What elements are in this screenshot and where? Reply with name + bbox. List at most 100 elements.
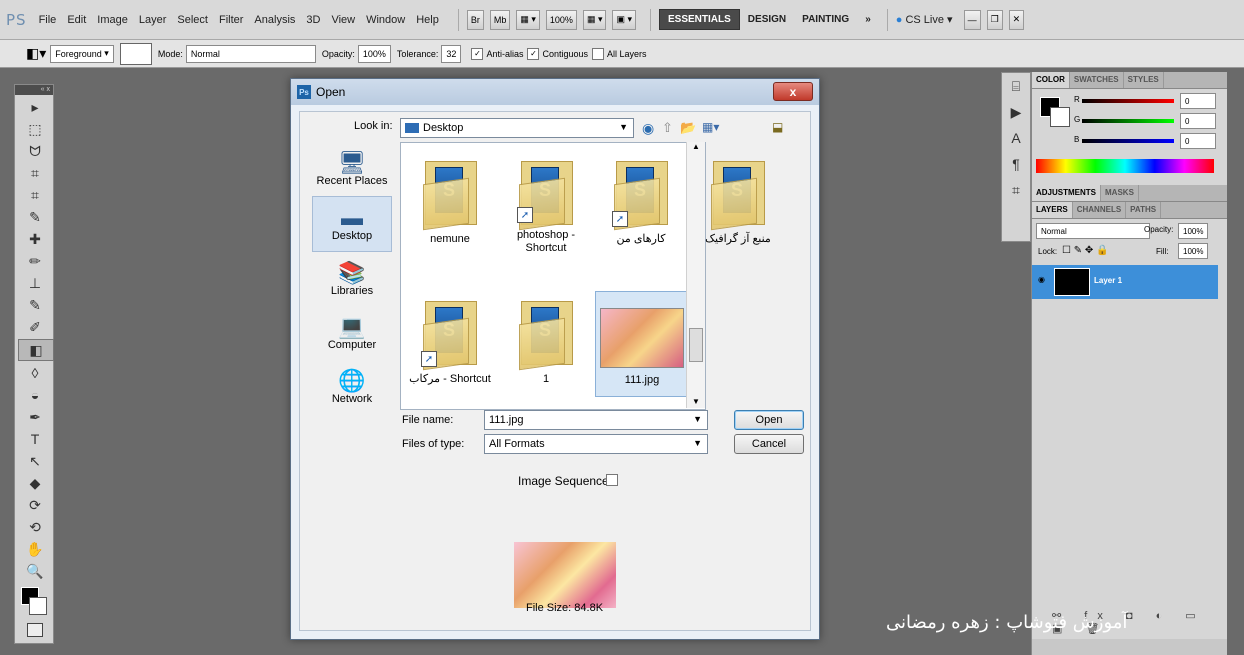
menu-window[interactable]: Window bbox=[366, 14, 405, 26]
screen-mode-button[interactable]: ▣ ▾ bbox=[612, 9, 636, 30]
place-network[interactable]: 🌐 Network bbox=[312, 360, 392, 414]
antialias-checkbox[interactable]: ✓ bbox=[471, 47, 484, 60]
minibridge-button[interactable]: Mb bbox=[489, 9, 511, 30]
lasso-icon[interactable]: ᗢ bbox=[18, 141, 52, 161]
tab-adjustments[interactable]: ADJUSTMENTS bbox=[1032, 185, 1102, 201]
contiguous-checkbox[interactable]: ✓ bbox=[527, 47, 540, 60]
tab-swatches[interactable]: SWATCHES bbox=[1070, 72, 1124, 88]
view-extras-button[interactable]: ▦ ▾ bbox=[516, 9, 540, 30]
brush-icon[interactable]: ✏ bbox=[18, 251, 52, 271]
layer-row[interactable]: ◉ Layer 1 bbox=[1032, 265, 1218, 299]
scroll-down-arrow[interactable]: ▼ bbox=[687, 397, 705, 406]
tab-styles[interactable]: STYLES bbox=[1124, 72, 1164, 88]
file-type-select[interactable]: All Formats ▼ bbox=[484, 434, 708, 454]
healing-icon[interactable]: ✚ bbox=[18, 229, 52, 249]
crop-icon[interactable]: ⌗ bbox=[18, 185, 52, 205]
visibility-eye-icon[interactable]: ◉ bbox=[1038, 275, 1045, 284]
look-in-select[interactable]: Desktop ▼ bbox=[400, 118, 634, 138]
folder-item[interactable]: Snemune bbox=[403, 151, 497, 255]
blue-slider[interactable] bbox=[1082, 139, 1174, 143]
type-icon[interactable]: T bbox=[18, 429, 52, 449]
background-color-chip[interactable] bbox=[1050, 107, 1070, 127]
workspace-painting[interactable]: PAINTING bbox=[794, 10, 857, 29]
red-value[interactable]: 0 bbox=[1180, 93, 1216, 109]
green-slider[interactable] bbox=[1082, 119, 1174, 123]
stamp-icon[interactable]: ⊥ bbox=[18, 273, 52, 293]
open-button[interactable]: Open bbox=[734, 410, 804, 430]
3d-rotate-icon[interactable]: ⟳ bbox=[18, 495, 52, 515]
minimize-button[interactable]: — bbox=[963, 9, 981, 30]
move-icon[interactable]: ▸ bbox=[18, 97, 52, 117]
scroll-thumb[interactable] bbox=[689, 328, 703, 362]
file-list-scrollbar[interactable]: ▲ ▼ bbox=[686, 142, 705, 408]
hand-icon[interactable]: ✋ bbox=[18, 539, 52, 559]
folder-item[interactable]: S➚ کارهای من bbox=[595, 151, 687, 255]
dodge-icon[interactable]: ◒ bbox=[18, 385, 52, 405]
up-folder-icon[interactable]: ⇧ bbox=[662, 120, 673, 136]
zoom-level[interactable]: 100% bbox=[545, 9, 577, 30]
color-spectrum-bar[interactable] bbox=[1036, 159, 1214, 173]
dialog-close-button[interactable]: x bbox=[773, 82, 813, 101]
folder-item[interactable]: S➚photoshop - Shortcut bbox=[499, 151, 593, 255]
red-slider[interactable] bbox=[1082, 99, 1174, 103]
tab-layers[interactable]: LAYERS bbox=[1032, 202, 1073, 218]
3d-orbit-icon[interactable]: ⟲ bbox=[18, 517, 52, 537]
paint-bucket-tool-icon[interactable]: ◧▾ bbox=[26, 45, 46, 62]
mode-select[interactable]: Normal bbox=[185, 44, 316, 63]
zoom-icon[interactable]: 🔍 bbox=[18, 561, 52, 581]
file-name-input[interactable]: 111.jpg ▼ bbox=[484, 410, 708, 430]
menu-select[interactable]: Select bbox=[177, 14, 208, 26]
blue-value[interactable]: 0 bbox=[1180, 133, 1216, 149]
blend-mode-select[interactable]: Normal bbox=[1036, 223, 1150, 239]
background-color-swatch[interactable] bbox=[29, 597, 47, 615]
tab-channels[interactable]: CHANNELS bbox=[1073, 202, 1127, 218]
navigator-icon[interactable]: ⌗ bbox=[1002, 177, 1030, 203]
menu-layer[interactable]: Layer bbox=[139, 14, 167, 26]
menu-edit[interactable]: Edit bbox=[67, 14, 86, 26]
all-layers-checkbox[interactable] bbox=[592, 47, 604, 60]
dialog-title-bar[interactable]: Ps Open bbox=[291, 79, 819, 105]
tab-masks[interactable]: MASKS bbox=[1101, 185, 1139, 201]
lock-icons[interactable]: ☐ ✎ ✥ 🔒 bbox=[1062, 245, 1109, 256]
history-icon[interactable]: ⌸ bbox=[1002, 73, 1030, 99]
layer-name[interactable]: Layer 1 bbox=[1094, 276, 1122, 285]
fill-input[interactable]: 100% bbox=[1178, 243, 1209, 259]
cancel-button[interactable]: Cancel bbox=[734, 434, 804, 454]
tolerance-input[interactable]: 32 bbox=[441, 44, 462, 63]
file-item-image[interactable]: 111.jpg bbox=[595, 291, 689, 397]
tab-color[interactable]: COLOR bbox=[1032, 72, 1070, 88]
tools-panel-header[interactable]: « x bbox=[15, 85, 53, 95]
paragraph-icon[interactable]: ¶ bbox=[1002, 151, 1030, 177]
menu-help[interactable]: Help bbox=[416, 14, 439, 26]
restore-button[interactable]: ❐ bbox=[986, 9, 1003, 30]
adobe-dialog-icon[interactable]: ⬓ bbox=[772, 120, 783, 134]
bridge-button[interactable]: Br bbox=[466, 9, 484, 30]
place-desktop[interactable]: ▬ Desktop bbox=[312, 196, 392, 252]
shape-icon[interactable]: ◆ bbox=[18, 473, 52, 493]
fill-source-select[interactable]: Foreground ▾ bbox=[50, 44, 114, 63]
menu-filter[interactable]: Filter bbox=[219, 14, 243, 26]
menu-analysis[interactable]: Analysis bbox=[254, 14, 295, 26]
menu-image[interactable]: Image bbox=[97, 14, 128, 26]
place-computer[interactable]: 💻 Computer bbox=[312, 306, 392, 360]
place-libraries[interactable]: 📚 Libraries bbox=[312, 252, 392, 306]
workspace-design[interactable]: DESIGN bbox=[740, 10, 794, 29]
green-value[interactable]: 0 bbox=[1180, 113, 1216, 129]
view-menu-icon[interactable]: ▦▾ bbox=[702, 120, 719, 134]
pattern-swatch[interactable] bbox=[119, 42, 152, 65]
workspace-more[interactable]: » bbox=[857, 10, 879, 29]
arrange-documents-button[interactable]: ▦ ▾ bbox=[582, 9, 607, 30]
workspace-essentials[interactable]: ESSENTIALS bbox=[659, 9, 740, 30]
character-icon[interactable]: A bbox=[1002, 125, 1030, 151]
close-app-button[interactable]: ✕ bbox=[1008, 9, 1025, 30]
quick-mask-icon[interactable] bbox=[27, 623, 43, 637]
menu-view[interactable]: View bbox=[331, 14, 355, 26]
paint-bucket-icon[interactable]: ◧ bbox=[18, 339, 54, 361]
quick-select-icon[interactable]: ⌗ bbox=[18, 163, 52, 183]
back-icon[interactable]: ◉ bbox=[642, 120, 654, 137]
eraser-icon[interactable]: ✐ bbox=[18, 317, 52, 337]
layer-opacity-input[interactable]: 100% bbox=[1178, 223, 1209, 239]
pen-icon[interactable]: ✒ bbox=[18, 407, 52, 427]
eyedropper-icon[interactable]: ✎ bbox=[18, 207, 52, 227]
folder-item[interactable]: S➚ مرکاب - Shortcut bbox=[403, 291, 497, 395]
